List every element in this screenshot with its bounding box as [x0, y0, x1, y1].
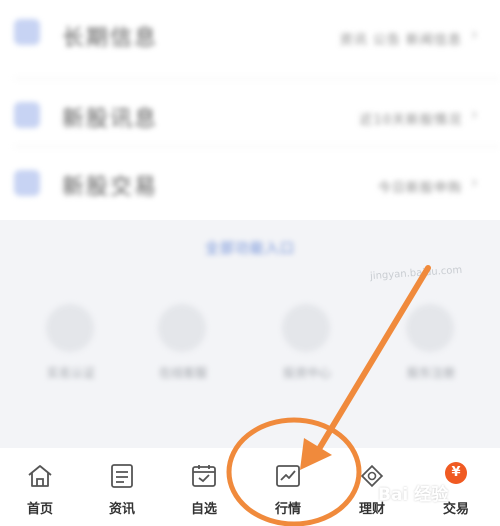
annotation-arrow-head	[300, 438, 332, 470]
annotation-arrow-shaft	[313, 265, 431, 457]
annotation-circle	[226, 417, 362, 526]
annotation-overlay	[226, 265, 431, 526]
